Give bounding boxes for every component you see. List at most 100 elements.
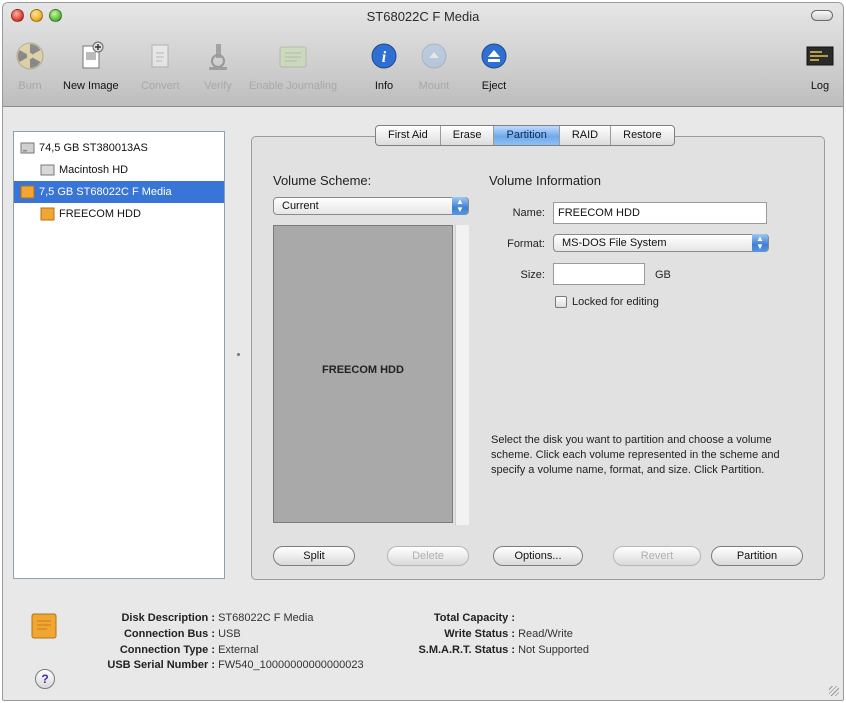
popup-arrows-icon: ▲ ▼ [752,234,768,252]
title-bar: ST68022C F Media Burn New Image Convert … [3,3,843,107]
tab-partition[interactable]: Partition [494,126,560,145]
sidebar-item-internal-disk[interactable]: 74,5 GB ST380013AS [14,137,224,159]
format-value: MS-DOS File System [562,237,667,249]
info-value: USB [218,628,241,640]
toolbar-log-button[interactable]: Log [803,39,837,92]
tab-restore[interactable]: Restore [611,126,674,145]
connection-type-row: Connection Type : External [73,644,259,656]
format-popup[interactable]: MS-DOS File System ▲ ▼ [553,234,769,252]
split-button[interactable]: Split [273,546,355,566]
splitter-handle[interactable] [237,353,240,356]
size-label: Size: [520,269,545,281]
scheme-scrollbar[interactable] [455,225,469,525]
toolbar-label: Burn [18,80,42,92]
burn-icon [13,39,47,73]
external-volume-icon [40,207,55,221]
tab-raid[interactable]: RAID [560,126,612,145]
toolbar-eject-button[interactable]: Eject [477,39,511,92]
eject-icon [477,39,511,73]
toolbar-verify-button[interactable]: Verify [201,39,235,92]
info-key: Write Status : [444,628,515,640]
partition-instructions: Select the disk you want to partition an… [491,434,780,476]
locked-label: Locked for editing [572,296,659,308]
volume-icon [40,163,55,177]
tab-first-aid[interactable]: First Aid [376,126,441,145]
disk-info-icon [29,611,59,644]
locked-checkbox[interactable] [555,296,567,308]
toolbar-new-image-button[interactable]: New Image [63,39,119,92]
format-label: Format: [507,238,545,250]
toolbar-label: Enable Journaling [249,80,338,92]
svg-text:i: i [382,49,387,66]
verify-icon [201,39,235,73]
toolbar-label: Eject [481,80,507,92]
info-value: Not Supported [518,644,589,656]
toolbar-toggle-button[interactable] [811,10,833,21]
smart-status-row: S.M.A.R.T. Status : Not Supported [383,644,589,656]
info-key: Connection Type : [119,644,215,656]
info-value: ST68022C F Media [218,612,314,624]
internal-disk-icon [20,141,35,155]
log-icon [803,39,837,73]
popup-arrows-icon: ▲ ▼ [452,197,468,215]
sidebar-item-label: Macintosh HD [59,164,129,176]
info-key: Connection Bus : [123,628,215,640]
disk-list: 74,5 GB ST380013AS Macintosh HD 7,5 GB S… [13,131,225,579]
toolbar-label: New Image [63,80,119,92]
info-value: FW540_10000000000000023 [218,659,364,671]
options-button[interactable]: Options... [493,546,583,566]
new-image-icon [74,39,108,73]
size-unit: GB [655,269,671,281]
name-label: Name: [512,207,545,219]
write-status-row: Write Status : Read/Write [383,628,573,640]
connection-bus-row: Connection Bus : USB [73,628,241,640]
toolbar-convert-button[interactable]: Convert [141,39,180,92]
sidebar-item-label: 74,5 GB ST380013AS [39,142,148,154]
revert-button[interactable]: Revert [613,546,701,566]
size-field[interactable] [553,263,645,285]
toolbar-mount-button[interactable]: Mount [417,39,451,92]
disk-description-row: Disk Description : ST68022C F Media [73,612,313,624]
sidebar-item-label: 7,5 GB ST68022C F Media [39,186,172,198]
name-field[interactable]: FREECOM HDD [553,202,767,224]
partition-button[interactable]: Partition [711,546,803,566]
tab-erase[interactable]: Erase [441,126,495,145]
toolbar-burn-button[interactable]: Burn [13,39,47,92]
scheme-volume-label: FREECOM HDD [322,364,404,376]
toolbar: Burn New Image Convert Verify Enable Jou… [3,39,843,103]
convert-icon [143,39,177,73]
toolbar-label: Log [810,80,830,92]
volume-scheme-value: Current [282,200,319,212]
external-disk-icon [20,185,35,199]
volume-scheme-title: Volume Scheme: [273,173,372,188]
info-key: S.M.A.R.T. Status : [418,644,515,656]
locked-checkbox-row[interactable]: Locked for editing [555,296,659,308]
sidebar-item-label: FREECOM HDD [59,208,141,220]
toolbar-info-button[interactable]: i Info [367,39,401,92]
volume-scheme-popup[interactable]: Current ▲ ▼ [273,197,469,215]
sidebar-item-macintosh-hd[interactable]: Macintosh HD [14,159,224,181]
journaling-icon [276,39,310,73]
help-button[interactable]: ? [35,669,55,689]
total-capacity-row: Total Capacity : [383,612,515,624]
toolbar-label: Mount [418,80,450,92]
volume-scheme-diagram[interactable]: FREECOM HDD [273,225,453,523]
toolbar-label: Info [374,80,394,92]
tab-bar: First Aid Erase Partition RAID Restore [375,125,675,146]
info-key: Total Capacity : [433,612,515,624]
usb-serial-row: USB Serial Number : FW540_10000000000000… [73,659,364,671]
window-title: ST68022C F Media [366,9,480,24]
info-key: USB Serial Number : [107,659,215,671]
delete-button[interactable]: Delete [387,546,469,566]
sidebar-item-external-disk[interactable]: 7,5 GB ST68022C F Media [14,181,224,203]
sidebar-item-freecom-hdd[interactable]: FREECOM HDD [14,203,224,225]
resize-grip[interactable] [829,686,839,696]
mount-icon [417,39,451,73]
toolbar-label: Convert [141,80,180,92]
info-value: External [218,644,259,656]
info-icon: i [367,39,401,73]
toolbar-enable-journaling-button[interactable]: Enable Journaling [249,39,337,92]
disk-utility-window: ST68022C F Media Burn New Image Convert … [2,2,844,701]
info-key: Disk Description : [121,612,215,624]
volume-information-title: Volume Information [489,173,602,188]
